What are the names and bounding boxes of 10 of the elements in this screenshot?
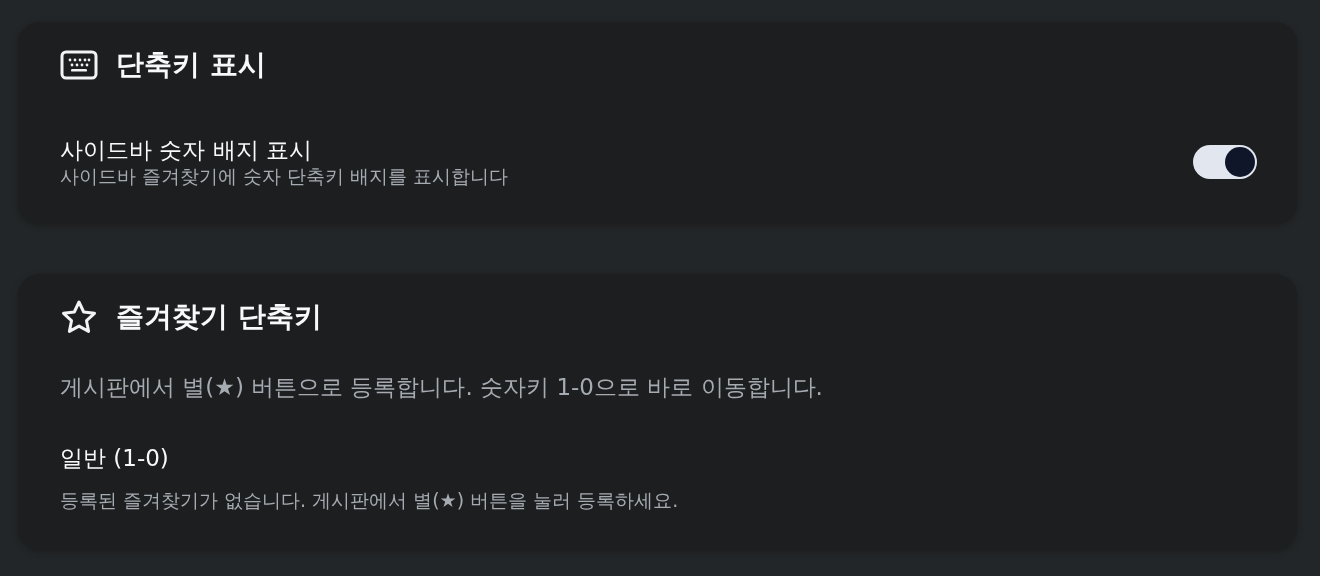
toggle-switch[interactable] [1193,145,1257,179]
setting-label: 사이드바 숫자 배지 표시 [60,136,313,164]
star-icon [60,299,98,335]
group-title: 일반 (1-0) [60,444,170,473]
section-title: 단축키 표시 [116,47,266,83]
section-description: 게시판에서 별(★) 버튼으로 등록합니다. 숫자키 1-0으로 바로 이동합니다. [60,373,824,402]
keyboard-icon [60,49,98,81]
empty-message: 등록된 즐겨찾기가 없습니다. 게시판에서 별(★) 버튼을 눌러 등록하세요. [60,488,680,513]
setting-description: 사이드바 즐겨찾기에 숫자 단축키 배지를 표시합니다 [60,164,509,188]
section-title: 즐겨찾기 단축키 [116,299,322,335]
